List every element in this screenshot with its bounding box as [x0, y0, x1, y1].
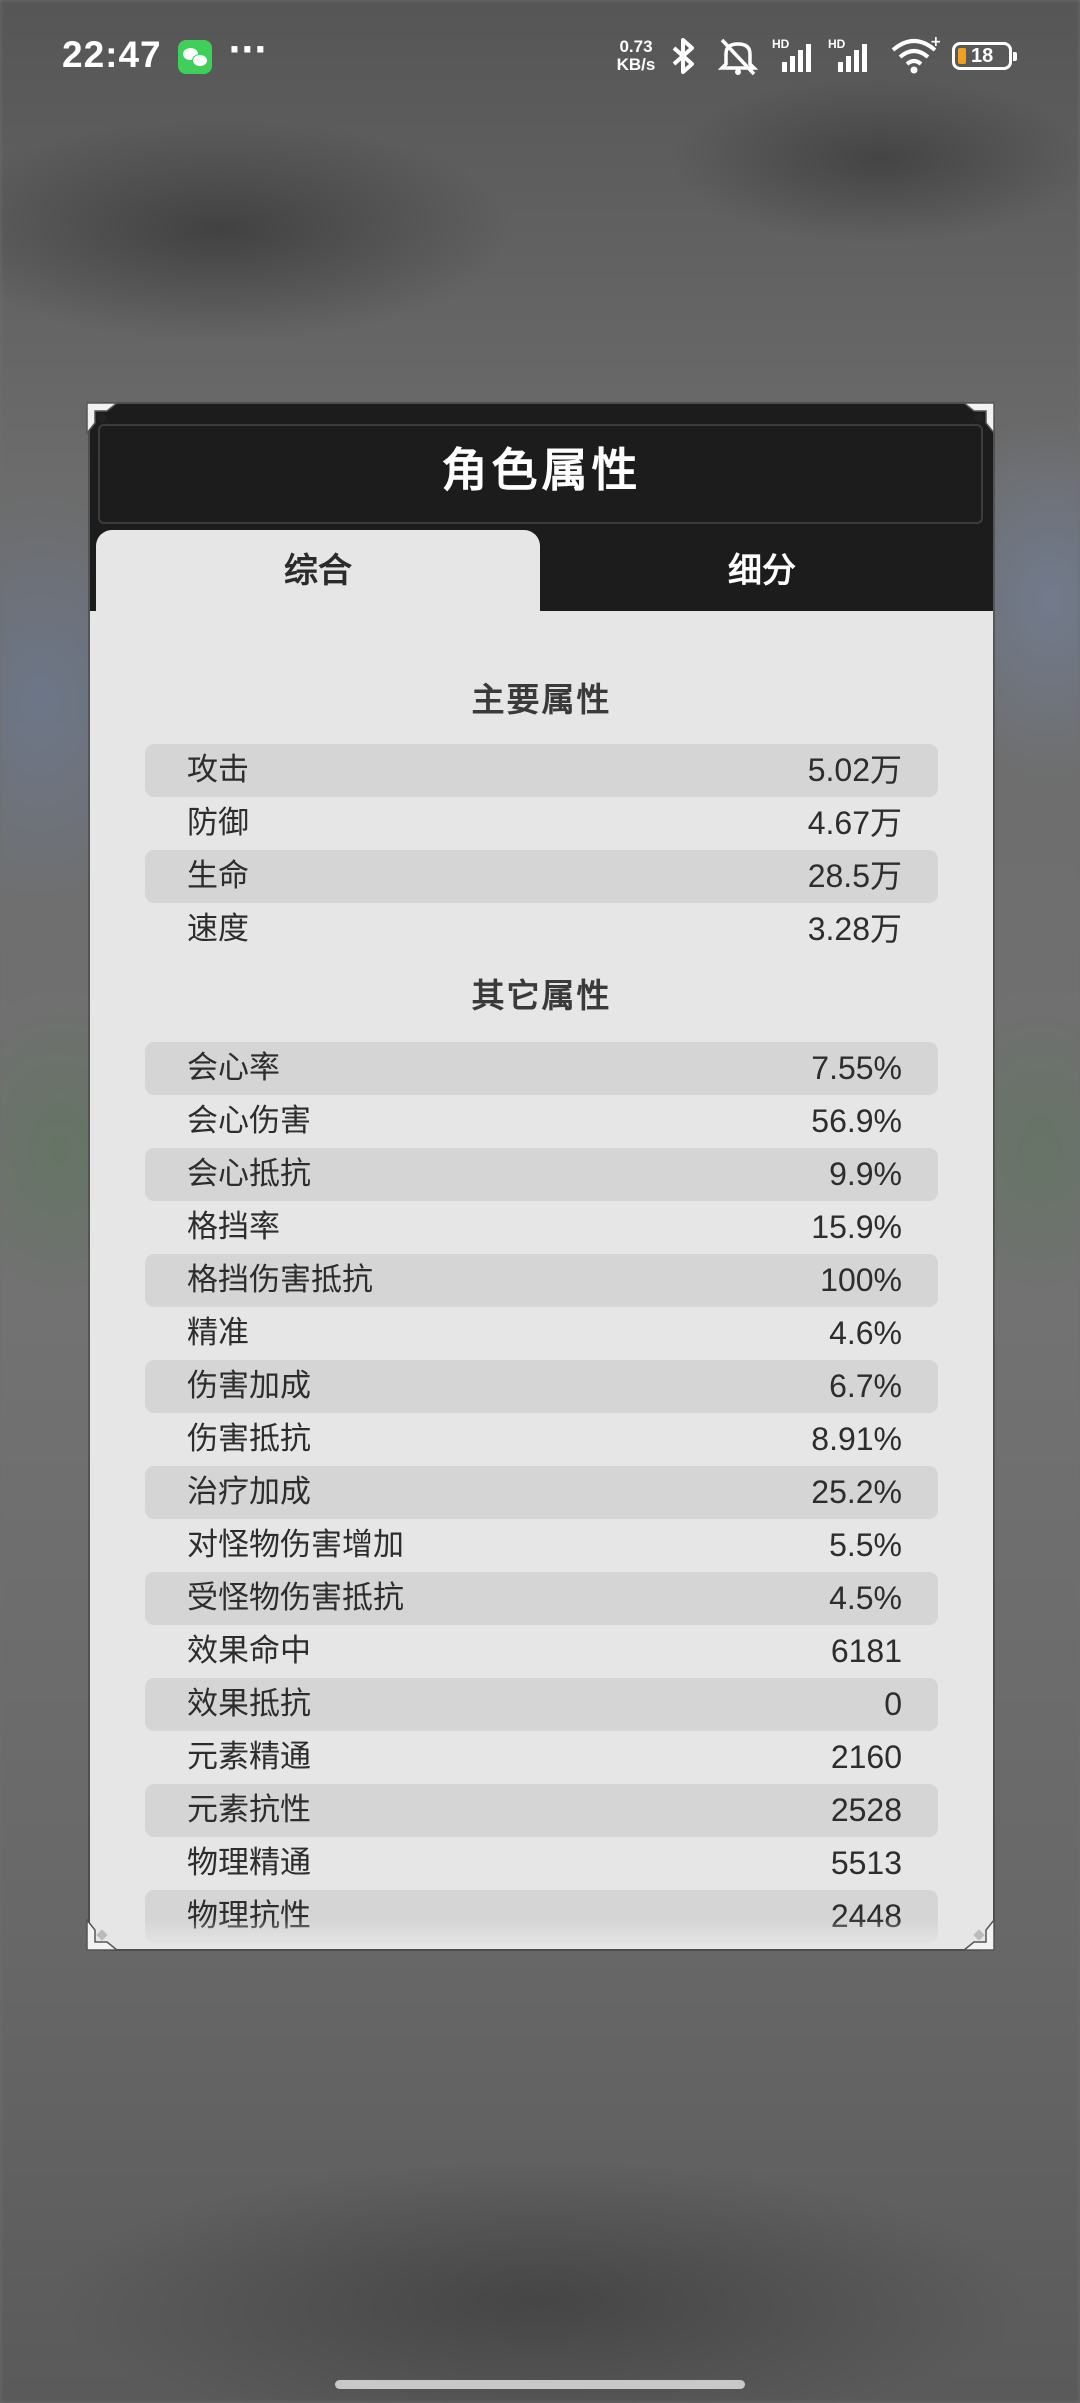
attribute-value: 100%	[820, 1262, 902, 1298]
more-notifications-icon: ···	[228, 30, 267, 70]
attribute-label: 精准	[187, 1315, 249, 1351]
svg-text:+: +	[930, 36, 940, 50]
attribute-value: 4.67万	[807, 805, 902, 841]
tab-detailed[interactable]: 细分	[540, 530, 984, 612]
attribute-row: 精准 4.6%	[145, 1307, 938, 1360]
panel-title: 角色属性	[441, 443, 642, 497]
attribute-label: 效果抵抗	[187, 1686, 311, 1722]
battery-level	[958, 48, 966, 64]
attribute-value: 25.2%	[811, 1474, 902, 1510]
attribute-row: 格挡率 15.9%	[145, 1201, 938, 1254]
status-bar: 22:47 ··· 0.73 KB/s HD HD + 18	[0, 0, 1080, 115]
attribute-value: 5.02万	[807, 752, 902, 788]
attribute-row: 防御 4.67万	[145, 797, 938, 850]
attribute-value: 3.28万	[807, 911, 902, 947]
main-attributes-title: 主要属性	[471, 680, 612, 719]
tab-overview[interactable]: 综合	[96, 530, 540, 612]
attribute-label: 效果命中	[187, 1633, 311, 1669]
attribute-row: 物理精通 5513	[145, 1837, 938, 1890]
attribute-row: 治疗加成 25.2%	[145, 1466, 938, 1519]
signal-hd-icon: HD	[828, 37, 867, 72]
attribute-value: 2160	[830, 1739, 902, 1775]
network-speed-value: 0.73	[619, 37, 653, 56]
attribute-label: 会心抵抗	[187, 1156, 311, 1192]
status-time: 22:47	[62, 34, 162, 75]
attribute-label: 速度	[187, 911, 249, 947]
attribute-value: 4.6%	[829, 1315, 902, 1351]
attribute-row: 受怪物伤害抵抗 4.5%	[145, 1572, 938, 1625]
attribute-value: 28.5万	[807, 858, 902, 894]
attribute-row: 攻击 5.02万	[145, 744, 938, 797]
attribute-value: 6181	[830, 1633, 902, 1669]
attribute-label: 格挡伤害抵抗	[187, 1262, 373, 1298]
attribute-row: 速度 3.28万	[145, 903, 938, 956]
attribute-value: 56.9%	[811, 1103, 902, 1139]
svg-text:HD: HD	[772, 37, 790, 51]
attribute-row: 效果抵抗 0	[145, 1678, 938, 1731]
attribute-row: 效果命中 6181	[145, 1625, 938, 1678]
network-speed: 0.73 KB/s	[612, 38, 660, 74]
attribute-value: 9.9%	[829, 1156, 902, 1192]
attribute-row: 会心率 7.55%	[145, 1042, 938, 1095]
bluetooth-icon	[672, 38, 694, 74]
attributes-scroll-area[interactable]: 主要属性 攻击 5.02万 防御 4.67万 生命 28.5万 速度 3.28万…	[90, 611, 993, 1949]
attribute-row: 会心抵抗 9.9%	[145, 1148, 938, 1201]
panel-header: 角色属性 综合 细分	[90, 404, 993, 612]
attribute-value: 15.9%	[811, 1209, 902, 1245]
corner-ornament-icon	[86, 402, 119, 435]
attribute-label: 防御	[187, 805, 249, 841]
corner-ornament-icon	[86, 1918, 119, 1951]
attribute-row: 会心伤害 56.9%	[145, 1095, 938, 1148]
mute-icon	[717, 38, 759, 76]
attribute-value: 5513	[830, 1845, 902, 1881]
attribute-row: 伤害抵抗 8.91%	[145, 1413, 938, 1466]
attribute-value: 4.5%	[829, 1580, 902, 1616]
attribute-row: 对怪物伤害增加 5.5%	[145, 1519, 938, 1572]
attribute-value: 5.5%	[829, 1527, 902, 1563]
signal-hd-icon: HD	[772, 37, 811, 72]
attribute-value: 0	[884, 1686, 902, 1722]
home-indicator[interactable]	[335, 2380, 745, 2389]
corner-ornament-icon	[962, 402, 995, 435]
attribute-value: 8.91%	[811, 1421, 902, 1457]
attribute-row: 格挡伤害抵抗 100%	[145, 1254, 938, 1307]
scroll-fade	[90, 1919, 993, 1949]
attribute-label: 元素精通	[187, 1739, 311, 1775]
wechat-icon	[178, 40, 212, 74]
attribute-label: 攻击	[187, 752, 249, 788]
attribute-row: 元素抗性 2528	[145, 1784, 938, 1837]
character-attributes-panel: 角色属性 综合 细分 主要属性 攻击 5.02万 防御 4.67万 生命 28.…	[90, 404, 993, 1949]
attribute-label: 元素抗性	[187, 1792, 311, 1828]
other-attributes-title: 其它属性	[471, 976, 612, 1015]
battery-percent: 18	[971, 45, 994, 67]
attribute-label: 生命	[187, 858, 249, 894]
attribute-row: 元素精通 2160	[145, 1731, 938, 1784]
network-speed-unit: KB/s	[616, 55, 656, 74]
attribute-value: 6.7%	[829, 1368, 902, 1404]
attribute-label: 伤害抵抗	[187, 1421, 311, 1457]
svg-text:HD: HD	[828, 37, 846, 51]
attribute-label: 会心率	[187, 1050, 280, 1086]
attribute-value: 2528	[830, 1792, 902, 1828]
battery-icon: 18	[952, 42, 1017, 70]
corner-ornament-icon	[962, 1918, 995, 1951]
attribute-label: 对怪物伤害增加	[187, 1527, 404, 1563]
wifi-icon: +	[891, 36, 940, 74]
attribute-row: 生命 28.5万	[145, 850, 938, 903]
attribute-label: 伤害加成	[187, 1368, 311, 1404]
attribute-row: 伤害加成 6.7%	[145, 1360, 938, 1413]
attribute-label: 物理精通	[187, 1845, 311, 1881]
attribute-label: 治疗加成	[187, 1474, 311, 1510]
attribute-label: 会心伤害	[187, 1103, 311, 1139]
attribute-label: 受怪物伤害抵抗	[187, 1580, 404, 1616]
attribute-value: 7.55%	[811, 1050, 902, 1086]
attribute-label: 格挡率	[187, 1209, 280, 1245]
